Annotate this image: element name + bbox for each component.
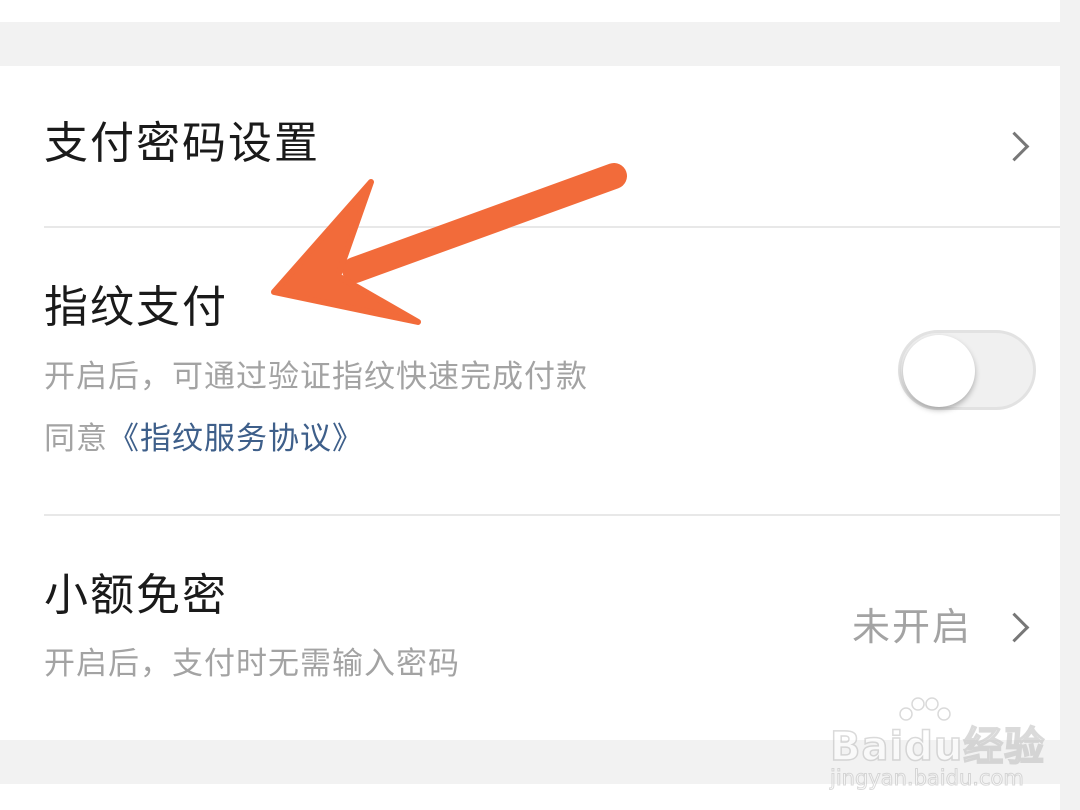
arrow-annotation-shaft [342,163,627,283]
arrow-annotation-icon [271,163,627,325]
baidu-jingyan-watermark: Baidu经验 jingyan.baidu.com [829,690,1045,800]
watermark-logo: Baidu经验 [829,723,1046,771]
watermark-url: jingyan.baidu.com [830,766,1025,791]
